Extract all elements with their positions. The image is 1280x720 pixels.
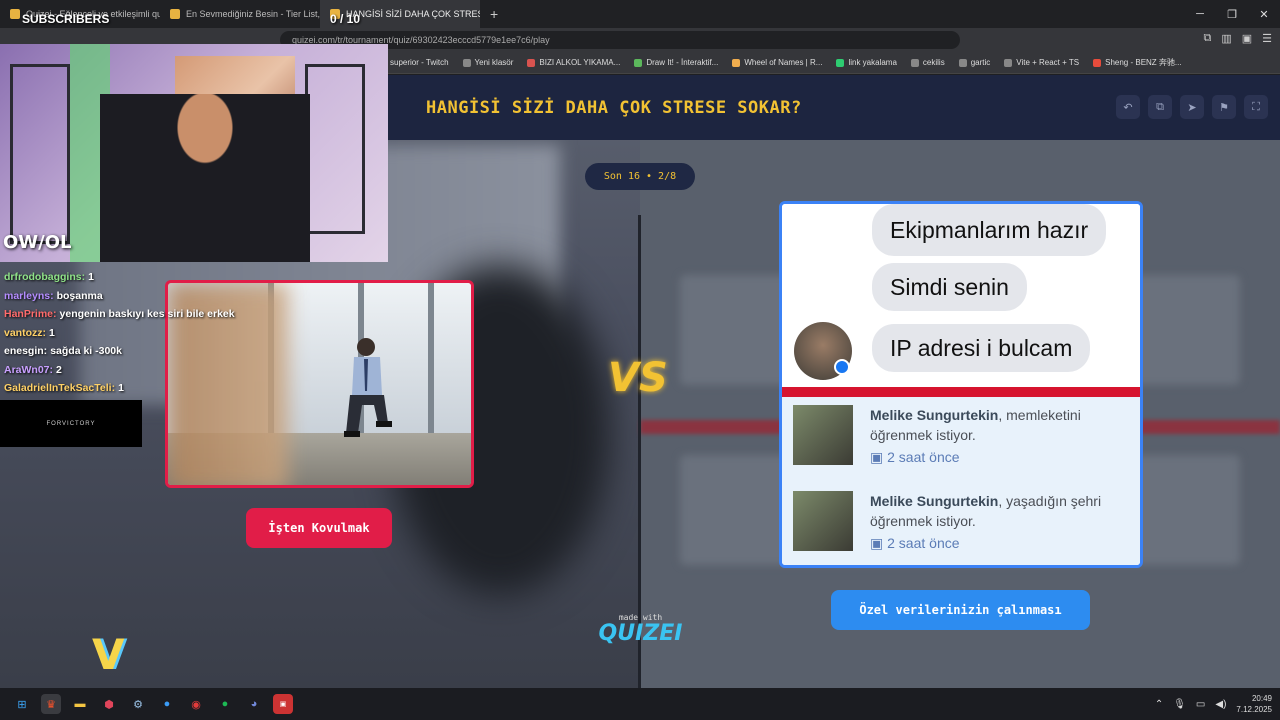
wallet-icon[interactable]: ▣: [1242, 32, 1252, 45]
undo-icon[interactable]: ↶: [1116, 95, 1140, 119]
bookmark-item[interactable]: link yakalama: [836, 58, 897, 67]
record-app-icon[interactable]: ◉: [186, 694, 206, 714]
share-icon[interactable]: ➤: [1180, 95, 1204, 119]
minimize-icon[interactable]: ─: [1184, 0, 1216, 28]
bookmark-icon: [958, 58, 967, 67]
header-actions: ↶ ⧉ ➤ ⚑ ⛶: [1116, 95, 1268, 119]
clock[interactable]: 20:49 7.12.2025: [1236, 693, 1272, 715]
bookmark-item[interactable]: Vite + React + TS: [1004, 58, 1079, 67]
quizei-logo: QUIZEI: [598, 621, 683, 646]
brand-tag: OW/OL: [3, 232, 72, 253]
bookmark-icon: [732, 58, 741, 67]
steam-icon[interactable]: ⚙: [128, 694, 148, 714]
discord-icon[interactable]: ◕: [244, 694, 264, 714]
chat-bubble: Ekipmanlarım hazır: [872, 204, 1107, 256]
menu-icon[interactable]: ☰: [1262, 32, 1272, 45]
app-icon[interactable]: ●: [157, 694, 177, 714]
notification-item: Melike Sungurtekin, yaşadığın şehri öğre…: [782, 483, 1140, 565]
bookmark-icon: [1093, 58, 1102, 67]
windows-start-icon[interactable]: ⊞: [12, 694, 32, 714]
option-left-button[interactable]: İşten Kovulmak: [246, 508, 392, 548]
system-tray: ⌃ 🎙 ▭ ◀) 20:49 7.12.2025: [1155, 688, 1272, 720]
v-logo-icon: V: [92, 630, 125, 679]
messenger-icon: [834, 359, 850, 375]
option-right-button[interactable]: Özel verilerinizin çalınması: [831, 590, 1090, 630]
obs-icon[interactable]: ▣: [273, 694, 293, 714]
favicon-icon: [10, 9, 20, 19]
fullscreen-icon[interactable]: ⛶: [1244, 95, 1268, 119]
close-window-icon[interactable]: ✕: [1248, 0, 1280, 28]
folder-icon: [462, 58, 471, 67]
chat-message: AraWn07: 2: [4, 363, 62, 376]
sad-man-figure: [344, 338, 392, 437]
option-right-image[interactable]: Ekipmanlarım hazır Simdi senin IP adresi…: [779, 201, 1143, 568]
tab-tierlist[interactable]: En Sevmediğiniz Besin - Tier List, Ko✕: [160, 0, 320, 28]
bookmark-item[interactable]: superior - Twitch: [390, 58, 449, 67]
spotify-icon[interactable]: ●: [215, 694, 235, 714]
chat-message: marleyns: boşanma: [4, 289, 103, 302]
maximize-icon[interactable]: ❐: [1216, 0, 1248, 28]
chat-message: vantozz: 1: [4, 326, 55, 339]
chat-message: drfrodobaggins: 1: [4, 271, 94, 283]
streamer: [100, 94, 310, 262]
extensions-icon[interactable]: ⧉: [1203, 32, 1211, 45]
taskbar: ⊞ ♛ ▬ ⬢ ⚙ ● ◉ ● ◕ ▣ ⌃ 🎙 ▭ ◀) 20:49 7.12.…: [0, 688, 1280, 720]
sidebar-icon[interactable]: ▥: [1221, 32, 1231, 45]
toolbar-icons: ⧉ ▥ ▣ ☰: [1203, 32, 1272, 45]
brave-browser-icon[interactable]: ♛: [41, 694, 61, 714]
subscribers-label: SUBSCRIBERS: [22, 12, 110, 26]
bookmark-item[interactable]: gartic: [958, 58, 990, 67]
chat-message: GaladrielInTekSacTeli: 1: [4, 382, 124, 394]
bookmark-icon: [1004, 58, 1013, 67]
bookmark-item[interactable]: Wheel of Names | R...: [732, 58, 822, 67]
bookmark-icon: [527, 58, 536, 67]
avatar: [793, 491, 853, 551]
avatar: [793, 405, 853, 465]
quiz-header: HANGİSİ SİZİ DAHA ÇOK STRESE SOKAR? ↶ ⧉ …: [388, 75, 1280, 140]
bookmark-item[interactable]: Yeni klasör: [462, 58, 513, 67]
vs-logo: VS: [608, 355, 668, 401]
maps-pin-icon[interactable]: ⬢: [99, 694, 119, 714]
bookmark-item[interactable]: cekilis: [910, 58, 945, 67]
bookmark-item[interactable]: Draw It! - İnteraktif...: [634, 58, 718, 67]
bookmark-item[interactable]: BIZI ALKOL YIKAMA...: [527, 58, 620, 67]
chat-bubble: Simdi senin: [872, 263, 1027, 311]
chat-bubble: IP adresi i bulcam: [872, 324, 1091, 372]
chat-message: HanPrime: yengenin baskıyı kes siri bile …: [4, 308, 235, 320]
chat-message: enesgin: sağda ki -300k: [4, 345, 122, 357]
window-controls: ─ ❐ ✕: [1184, 0, 1280, 28]
quiz-title: HANGİSİ SİZİ DAHA ÇOK STRESE SOKAR?: [426, 97, 802, 118]
made-with-badge[interactable]: made with QUIZEI: [598, 613, 683, 646]
volume-icon[interactable]: ◀): [1215, 699, 1226, 710]
microphone-icon[interactable]: 🎙: [1173, 699, 1186, 710]
favicon-icon: [170, 9, 180, 19]
chevron-up-icon[interactable]: ⌃: [1155, 699, 1163, 710]
network-icon[interactable]: ▭: [1196, 699, 1205, 710]
sponsor-banner: FORVICTORY: [0, 400, 142, 447]
stream-chat: drfrodobaggins: 1 marleyns: boşanma HanPri…: [4, 268, 264, 398]
messenger-chat: Ekipmanlarım hazır Simdi senin IP adresi…: [782, 204, 1140, 389]
notification-item: Melike Sungurtekin, memleketini öğrenmek…: [782, 397, 1140, 483]
subscribers-count: 0 / 10: [330, 12, 361, 26]
webcam-overlay: [0, 44, 388, 262]
bookmark-icon: [634, 58, 643, 67]
round-indicator: Son 16 • 2/8: [585, 163, 695, 190]
file-explorer-icon[interactable]: ▬: [70, 694, 90, 714]
copy-link-icon[interactable]: ⧉: [1148, 95, 1172, 119]
bookmark-item[interactable]: Sheng - BENZ 奔驰...: [1093, 57, 1182, 68]
bookmark-icon: [836, 58, 845, 67]
new-tab-button[interactable]: +: [480, 6, 508, 22]
report-flag-icon[interactable]: ⚑: [1212, 95, 1236, 119]
bookmark-icon: [910, 58, 919, 67]
tab-bar: Quizei - Eğlenceli ve etkileşimli quiz✕ …: [0, 0, 1280, 28]
